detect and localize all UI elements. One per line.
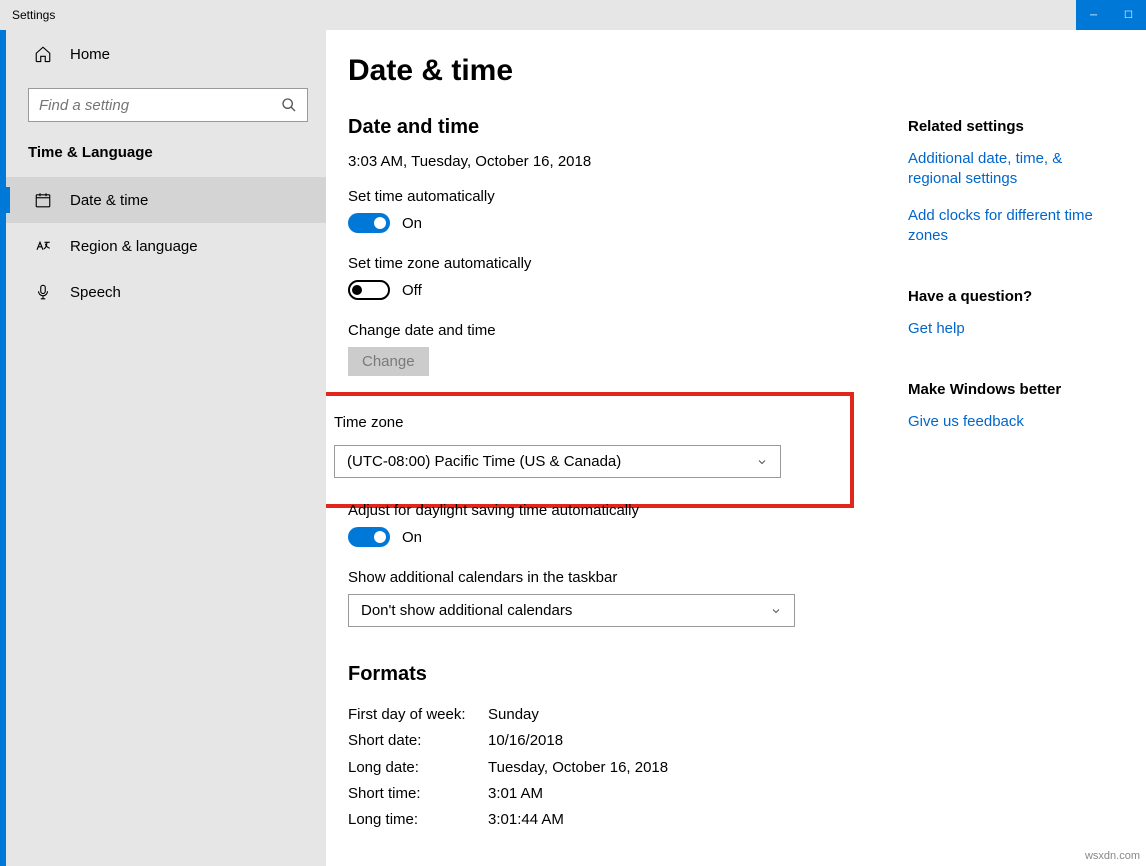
page-title: Date & time — [348, 54, 1146, 88]
related-heading: Related settings — [908, 118, 1118, 135]
watermark: wsxdn.com — [1085, 850, 1140, 862]
window-controls — [1076, 0, 1146, 30]
main-content: Date & time Date and time 3:03 AM, Tuesd… — [326, 30, 1146, 866]
clock-icon — [34, 191, 52, 209]
sidebar-item-date-time[interactable]: Date & time — [6, 177, 326, 223]
section-formats: Formats — [348, 663, 908, 686]
format-row: Short date:10/16/2018 — [348, 728, 908, 754]
settings-column: Date and time 3:03 AM, Tuesday, October … — [348, 116, 908, 833]
set-tz-auto-toggle[interactable] — [348, 280, 390, 300]
related-column: Related settings Additional date, time, … — [908, 116, 1118, 833]
toggle-state: On — [402, 215, 422, 232]
sidebar-heading: Time & Language — [6, 136, 326, 177]
change-button[interactable]: Change — [348, 347, 429, 376]
format-row: First day of week:Sunday — [348, 702, 908, 728]
format-row: Long time:3:01:44 AM — [348, 807, 908, 833]
search-box[interactable] — [28, 88, 308, 122]
language-icon — [34, 237, 52, 255]
home-nav[interactable]: Home — [6, 30, 326, 78]
section-date-time: Date and time — [348, 116, 908, 139]
timezone-dropdown[interactable]: (UTC-08:00) Pacific Time (US & Canada) — [334, 445, 781, 478]
current-datetime: 3:03 AM, Tuesday, October 16, 2018 — [348, 153, 908, 170]
set-time-auto-label: Set time automatically — [348, 188, 908, 205]
dropdown-value: (UTC-08:00) Pacific Time (US & Canada) — [347, 453, 621, 470]
minimize-button[interactable] — [1076, 0, 1111, 30]
sidebar: Home Time & Language Date & time Region … — [0, 30, 326, 866]
maximize-button[interactable] — [1111, 0, 1146, 30]
set-tz-auto-label: Set time zone automatically — [348, 255, 908, 272]
search-input[interactable] — [39, 97, 269, 114]
toggle-state: Off — [402, 282, 422, 299]
addcal-label: Show additional calendars in the taskbar — [348, 569, 908, 586]
formats-table: First day of week:Sunday Short date:10/1… — [348, 702, 908, 833]
window-title: Settings — [0, 8, 55, 22]
home-label: Home — [70, 46, 110, 63]
timezone-label: Time zone — [334, 414, 834, 431]
dst-toggle[interactable] — [348, 527, 390, 547]
sidebar-item-label: Region & language — [70, 238, 198, 255]
set-time-auto-toggle[interactable] — [348, 213, 390, 233]
better-heading: Make Windows better — [908, 381, 1118, 398]
link-additional-settings[interactable]: Additional date, time, & regional settin… — [908, 149, 1118, 190]
question-heading: Have a question? — [908, 288, 1118, 305]
dropdown-value: Don't show additional calendars — [361, 602, 572, 619]
link-add-clocks[interactable]: Add clocks for different time zones — [908, 206, 1118, 247]
search-icon — [281, 97, 297, 113]
sidebar-item-speech[interactable]: Speech — [6, 269, 326, 315]
chevron-down-icon — [756, 456, 768, 468]
additional-calendars-dropdown[interactable]: Don't show additional calendars — [348, 594, 795, 627]
highlight-annotation: Time zone (UTC-08:00) Pacific Time (US &… — [326, 392, 854, 508]
sidebar-item-label: Date & time — [70, 192, 148, 209]
microphone-icon — [34, 283, 52, 301]
change-dt-label: Change date and time — [348, 322, 908, 339]
sidebar-item-label: Speech — [70, 284, 121, 301]
link-feedback[interactable]: Give us feedback — [908, 412, 1118, 432]
home-icon — [34, 45, 52, 63]
format-row: Long date:Tuesday, October 16, 2018 — [348, 755, 908, 781]
format-row: Short time:3:01 AM — [348, 781, 908, 807]
titlebar: Settings — [0, 0, 1146, 30]
toggle-state: On — [402, 529, 422, 546]
link-get-help[interactable]: Get help — [908, 319, 1118, 339]
chevron-down-icon — [770, 605, 782, 617]
dst-label: Adjust for daylight saving time automati… — [348, 502, 908, 519]
sidebar-item-region-language[interactable]: Region & language — [6, 223, 326, 269]
